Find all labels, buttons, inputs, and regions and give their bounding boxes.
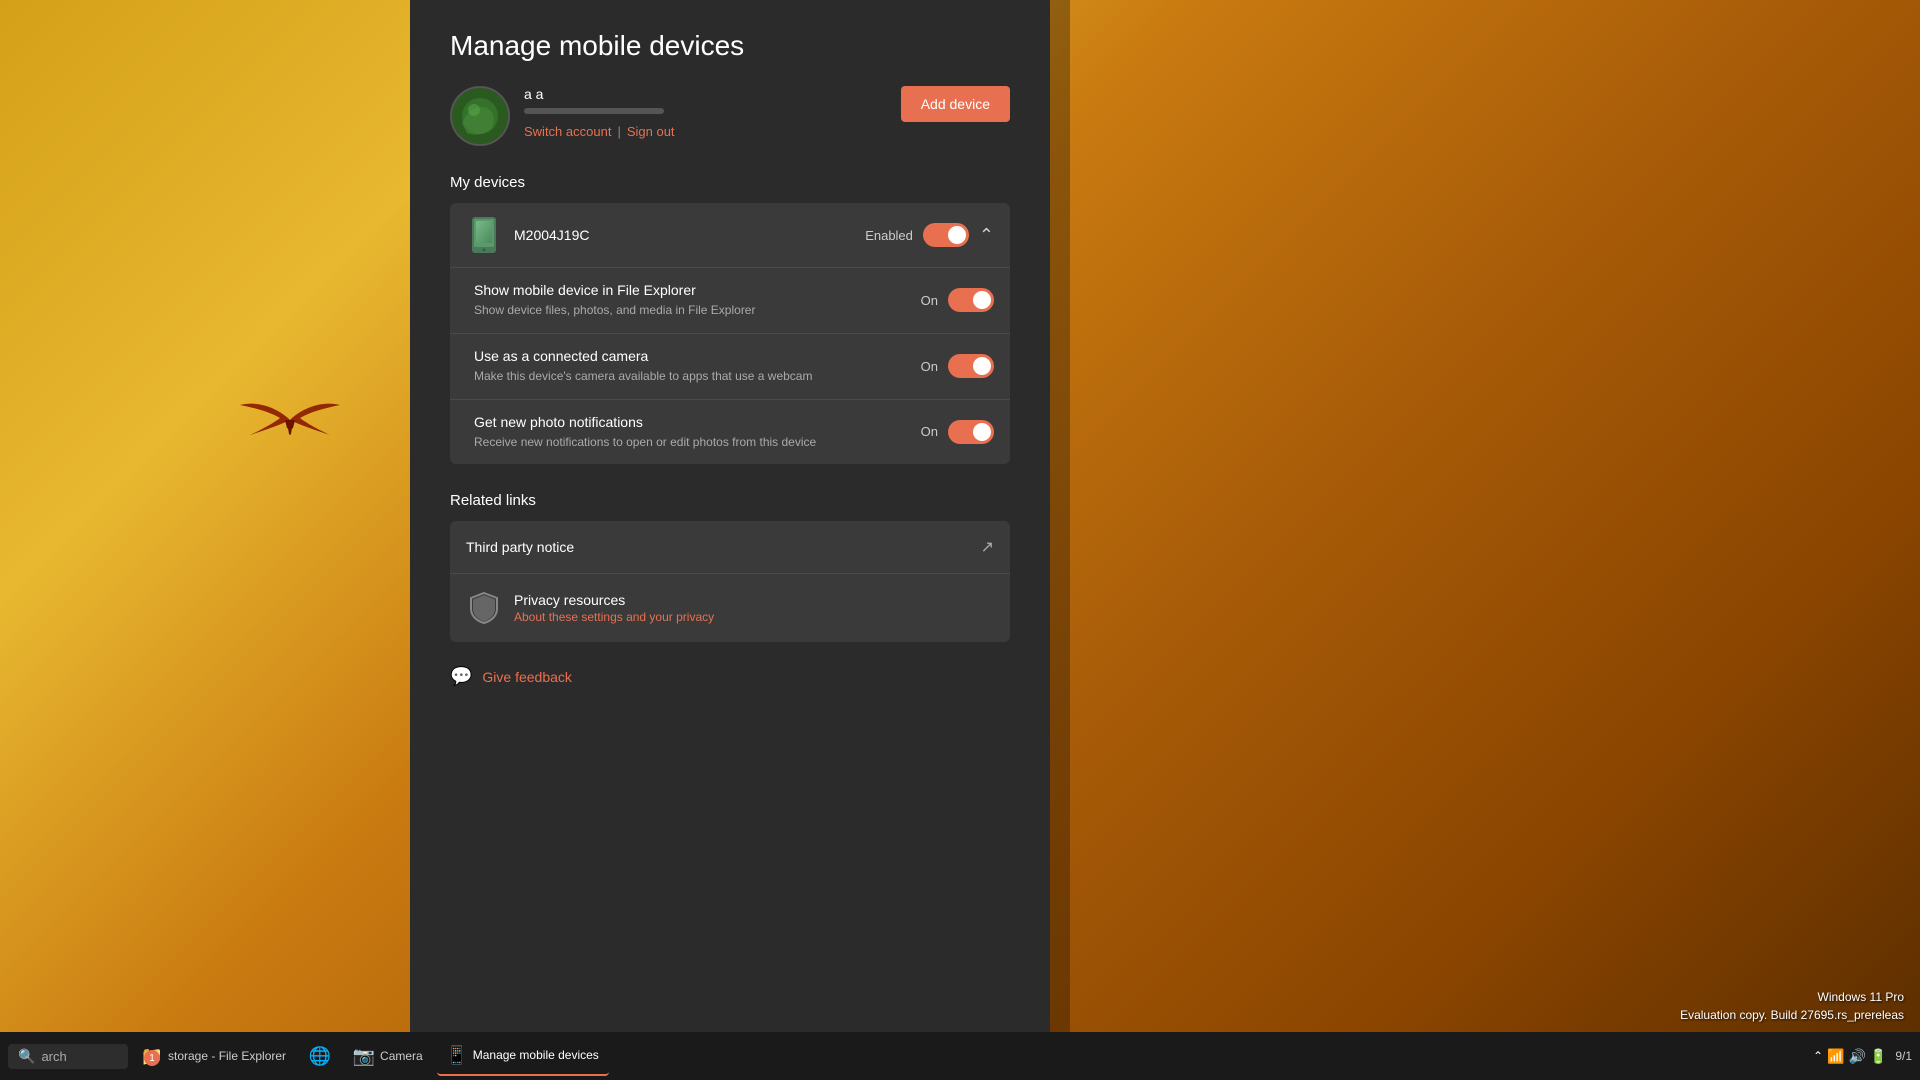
toggle-file-explorer[interactable] <box>948 288 994 312</box>
device-header: M2004J19C Enabled ⌃ <box>450 203 1010 268</box>
profile-left: a a Switch account | Sign out <box>450 86 675 146</box>
setting-state-file-explorer: On <box>921 293 938 308</box>
avatar <box>450 86 510 146</box>
search-icon: 🔍 <box>18 1048 35 1065</box>
related-links-section: Related links Third party notice ↗︎ P <box>450 492 1010 642</box>
third-party-notice-text: Third party notice <box>466 539 981 555</box>
add-device-button[interactable]: Add device <box>901 86 1010 122</box>
profile-loading-bar <box>524 108 664 114</box>
sign-out-link[interactable]: Sign out <box>627 124 675 139</box>
privacy-resources-title: Privacy resources <box>514 592 994 608</box>
setting-row-photo-notifications: Get new photo notifications Receive new … <box>450 400 1010 465</box>
panel-shadow <box>1050 0 1070 1080</box>
feedback-icon: 💬 <box>450 666 472 687</box>
volume-icon[interactable]: 🔊 <box>1848 1048 1865 1065</box>
taskbar-item-camera[interactable]: 📷 Camera <box>344 1036 433 1076</box>
device-name: M2004J19C <box>514 227 865 243</box>
device-enabled-toggle[interactable] <box>923 223 969 247</box>
setting-state-photo-notifications: On <box>921 424 938 439</box>
related-links-heading: Related links <box>450 492 1010 509</box>
bird-silhouette <box>230 390 350 450</box>
setting-desc-file-explorer: Show device files, photos, and media in … <box>474 302 921 319</box>
profile-section: a a Switch account | Sign out Add device <box>450 86 1010 146</box>
third-party-notice-title: Third party notice <box>466 539 981 555</box>
chevron-up-tray-icon[interactable]: ⌃ <box>1813 1049 1823 1063</box>
search-text: arch <box>41 1049 66 1064</box>
device-status-label: Enabled <box>865 228 913 243</box>
taskbar-item-edge[interactable]: 🌐 <box>300 1036 340 1076</box>
profile-name: a a <box>524 86 675 102</box>
taskbar-clock[interactable]: 9/1 <box>1895 1048 1912 1065</box>
taskbar-item-manage-mobile[interactable]: 📱 Manage mobile devices <box>437 1036 609 1076</box>
setting-title-photo-notifications: Get new photo notifications <box>474 414 921 430</box>
profile-info: a a Switch account | Sign out <box>524 86 675 139</box>
device-container: M2004J19C Enabled ⌃ Show mobile device i… <box>450 203 1010 464</box>
device-collapse-chevron[interactable]: ⌃ <box>979 225 994 246</box>
tray-icons: ⌃ 📶 🔊 🔋 <box>1813 1048 1887 1065</box>
privacy-resources-row[interactable]: Privacy resources About these settings a… <box>450 574 1010 642</box>
setting-desc-photo-notifications: Receive new notifications to open or edi… <box>474 434 921 451</box>
setting-text-file-explorer: Show mobile device in File Explorer Show… <box>474 282 921 319</box>
setting-row-file-explorer: Show mobile device in File Explorer Show… <box>450 268 1010 334</box>
toggle-photo-notifications[interactable] <box>948 420 994 444</box>
taskbar-manage-mobile-label: Manage mobile devices <box>473 1048 599 1062</box>
eval-line1: Windows 11 Pro <box>1680 988 1904 1006</box>
privacy-shield-icon <box>466 590 502 626</box>
profile-links: Switch account | Sign out <box>524 124 675 139</box>
page-title: Manage mobile devices <box>450 30 1010 62</box>
eval-text: Windows 11 Pro Evaluation copy. Build 27… <box>1680 988 1904 1024</box>
external-link-icon: ↗︎ <box>981 537 994 557</box>
setting-text-photo-notifications: Get new photo notifications Receive new … <box>474 414 921 451</box>
notification-badge: 1 <box>144 1050 160 1066</box>
switch-account-link[interactable]: Switch account <box>524 124 611 139</box>
camera-icon: 📷 <box>354 1046 374 1066</box>
taskbar-date: 9/1 <box>1895 1048 1912 1065</box>
privacy-resources-text: Privacy resources About these settings a… <box>514 592 994 624</box>
setting-title-file-explorer: Show mobile device in File Explorer <box>474 282 921 298</box>
settings-panel: Manage mobile devices a a Switch account… <box>410 0 1050 1080</box>
setting-title-camera: Use as a connected camera <box>474 348 921 364</box>
network-icon[interactable]: 📶 <box>1827 1048 1844 1065</box>
battery-icon: 🔋 <box>1870 1048 1887 1065</box>
setting-state-camera: On <box>921 359 938 374</box>
taskbar-right: ⌃ 📶 🔊 🔋 9/1 <box>1813 1048 1912 1065</box>
third-party-notice-row[interactable]: Third party notice ↗︎ <box>450 521 1010 574</box>
edge-icon: 🌐 <box>310 1046 330 1066</box>
eval-line2: Evaluation copy. Build 27695.rs_prerelea… <box>1680 1006 1904 1024</box>
taskbar-file-explorer-label: storage - File Explorer <box>168 1049 286 1063</box>
related-links-container: Third party notice ↗︎ Privacy resources … <box>450 521 1010 642</box>
setting-desc-camera: Make this device's camera available to a… <box>474 368 921 385</box>
taskbar-item-file-explorer[interactable]: 📁 1 storage - File Explorer <box>132 1036 296 1076</box>
my-devices-section: My devices <box>450 174 1010 464</box>
taskbar-search[interactable]: 🔍 arch <box>8 1044 128 1069</box>
taskbar: 🔍 arch 📁 1 storage - File Explorer 🌐 📷 C… <box>0 1032 1920 1080</box>
device-icon <box>466 217 502 253</box>
file-explorer-icon-wrapper: 📁 1 <box>142 1046 162 1066</box>
setting-text-camera: Use as a connected camera Make this devi… <box>474 348 921 385</box>
toggle-camera[interactable] <box>948 354 994 378</box>
my-devices-heading: My devices <box>450 174 1010 191</box>
profile-divider: | <box>617 124 620 139</box>
mobile-devices-icon: 📱 <box>447 1045 467 1065</box>
privacy-resources-subtitle: About these settings and your privacy <box>514 610 994 624</box>
taskbar-camera-label: Camera <box>380 1049 423 1063</box>
setting-row-camera: Use as a connected camera Make this devi… <box>450 334 1010 400</box>
feedback-row[interactable]: 💬 Give feedback <box>450 662 1010 691</box>
feedback-link[interactable]: Give feedback <box>482 669 572 685</box>
